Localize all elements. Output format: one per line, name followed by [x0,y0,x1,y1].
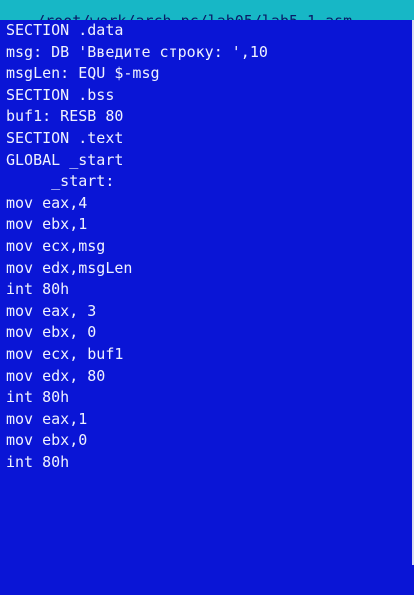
code-line: _start: [6,172,115,191]
code-line: msgLen: EQU $-msg [6,64,160,83]
editor-bottom-area [0,565,414,595]
code-line: mov ecx, buf1 [6,344,124,363]
code-editor[interactable]: SECTION .data msg: DB 'Введите строку: '… [6,20,408,473]
code-line: mov edx,msgLen [6,258,133,277]
code-line: GLOBAL _start [6,150,124,169]
code-line: int 80h [6,388,70,407]
editor-window: /root/work/arch-pc/lab05/lab5-1.asm. SEC… [0,0,414,595]
code-line: mov ecx,msg [6,236,106,255]
code-line: mov eax, 3 [6,301,97,320]
code-line: mov ebx,0 [6,431,88,450]
code-line: buf1: RESB 80 [6,107,124,126]
code-line: mov edx, 80 [6,366,106,385]
file-path: /root/work/arch-pc/lab05/lab5-1.asm. [36,12,361,21]
code-line: int 80h [6,280,70,299]
code-line: mov eax,1 [6,409,88,428]
code-line: SECTION .text [6,128,124,147]
code-line: SECTION .bss [6,85,115,104]
code-line: msg: DB 'Введите строку: ',10 [6,42,268,61]
code-line: int 80h [6,452,70,471]
code-line: SECTION .data [6,21,124,39]
code-line: mov ebx, 0 [6,323,97,342]
code-line: mov eax,4 [6,193,88,212]
file-path-bar: /root/work/arch-pc/lab05/lab5-1.asm. [0,0,414,20]
code-line: mov ebx,1 [6,215,88,234]
